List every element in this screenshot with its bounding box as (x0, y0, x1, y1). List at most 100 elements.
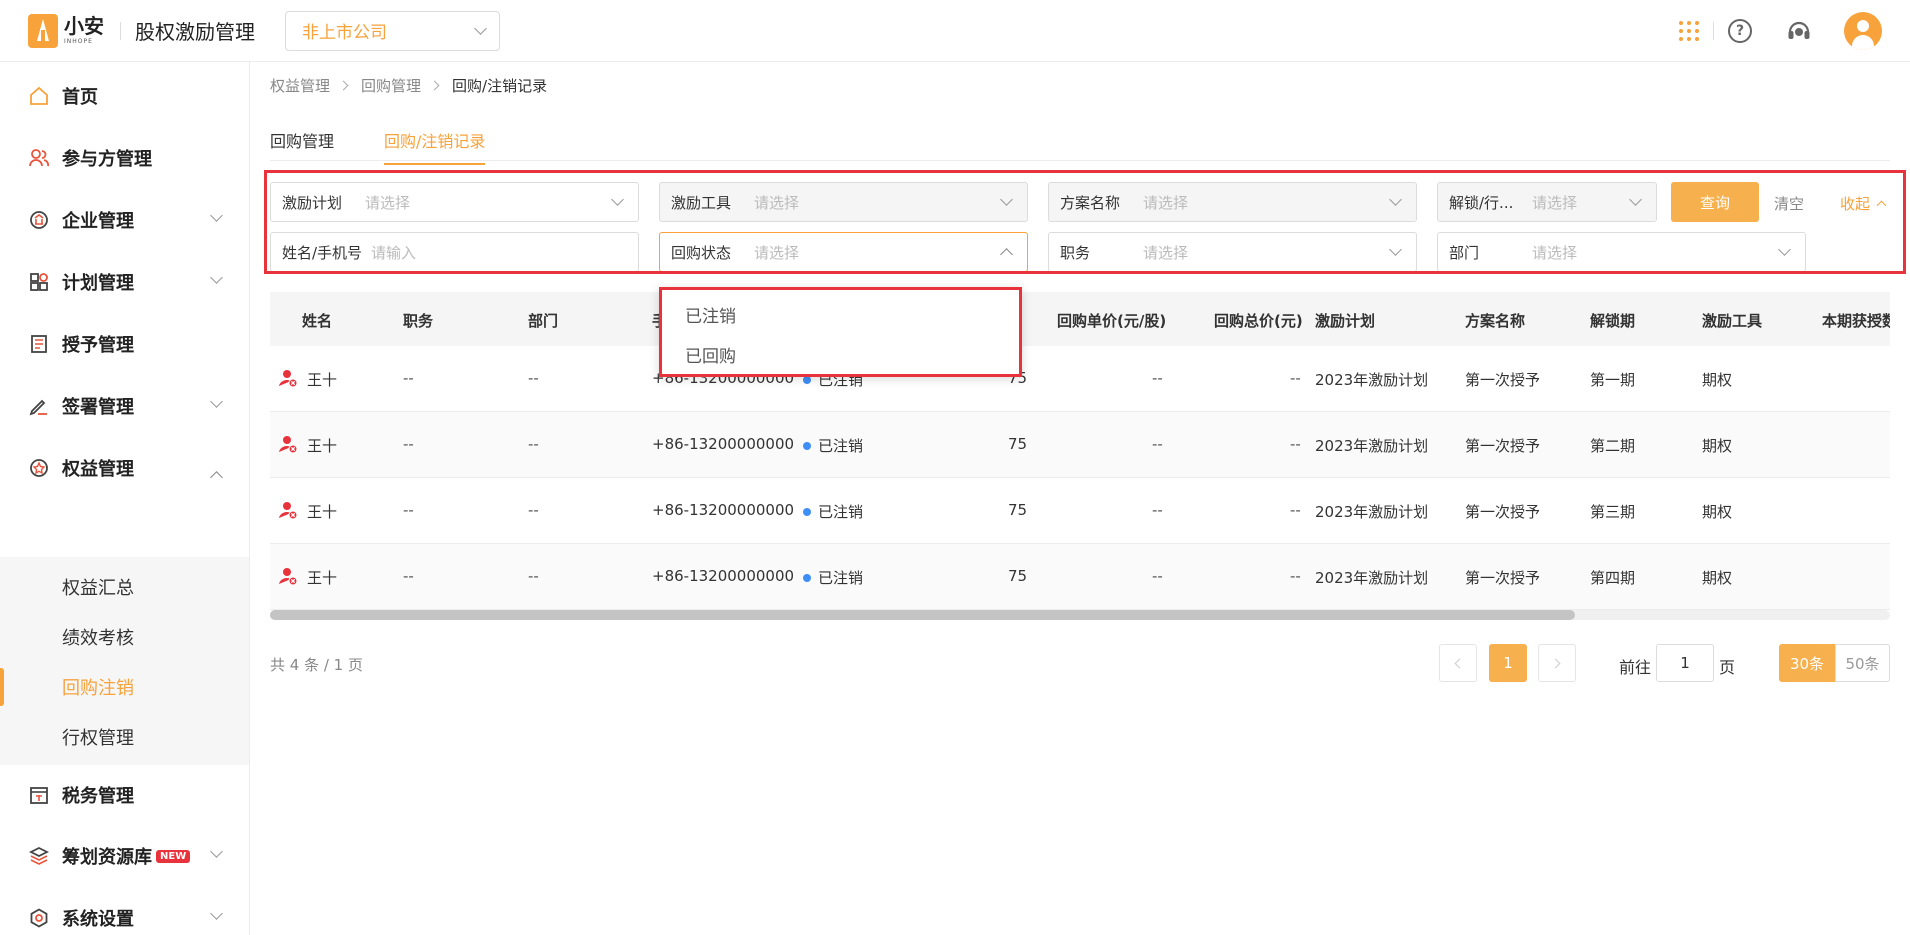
submenu-item-buyback-cancel[interactable]: 回购注销 (0, 662, 249, 712)
page-size-30[interactable]: 30条 (1779, 644, 1835, 682)
prev-page-button[interactable] (1439, 644, 1477, 682)
sidebar-item-label: 系统设置 (62, 909, 134, 930)
apps-grid-icon[interactable] (1679, 21, 1699, 41)
cell-name: 王十 (307, 371, 338, 389)
header-divider (120, 21, 121, 40)
cell-unit-price: -- (1152, 567, 1163, 585)
cell-plan: 2023年激励计划 (1315, 437, 1429, 455)
chevron-down-icon (210, 271, 223, 284)
cell-quantity: 75 (1008, 567, 1028, 585)
sidebar-item-plans[interactable]: 计划管理 (0, 253, 249, 311)
submenu-item-equity-summary[interactable]: 权益汇总 (0, 562, 249, 612)
goto-page-input[interactable]: 1 (1656, 644, 1714, 682)
submenu-item-label: 回购注销 (62, 678, 134, 699)
status-text: 已注销 (818, 569, 864, 587)
sidebar-item-home[interactable]: 首页 (0, 67, 249, 125)
submenu-item-exercise[interactable]: 行权管理 (0, 712, 249, 762)
chevron-up-icon (210, 471, 223, 484)
home-icon (28, 85, 50, 107)
cell-tool: 期权 (1702, 437, 1733, 455)
chevron-right-icon (1550, 658, 1561, 668)
cell-unit-price: -- (1152, 369, 1163, 387)
cell-name: 王十 (307, 569, 338, 587)
total-count: 共 4 条 / 1 页 (270, 656, 363, 674)
cell-unit-price: -- (1152, 435, 1163, 453)
chevron-down-icon (210, 395, 223, 408)
column-header: 本期获授数 (1822, 312, 1890, 330)
page-number-current[interactable]: 1 (1489, 644, 1527, 682)
breadcrumb: 权益管理 回购管理 回购/注销记录 (270, 75, 547, 96)
horizontal-scrollbar[interactable] (270, 610, 1890, 620)
chevron-right-icon (338, 80, 349, 91)
chevron-down-icon (210, 907, 223, 920)
people-icon (28, 147, 50, 169)
cell-quantity: 75 (1008, 435, 1028, 453)
equity-submenu: 权益汇总 绩效考核 回购注销 行权管理 (0, 557, 249, 765)
cell-period: 第二期 (1590, 437, 1636, 455)
cell-quantity: 75 (1008, 501, 1028, 519)
user-disabled-icon (279, 436, 298, 454)
status-text: 已注销 (818, 503, 864, 521)
logo-text: 小安 (64, 14, 104, 38)
table-row[interactable]: 王十 -- -- +86-13200000000 已注销 75 -- -- 20… (270, 544, 1890, 610)
breadcrumb-item[interactable]: 权益管理 (270, 75, 330, 96)
dropdown-highlight-box (659, 287, 1022, 377)
table-row[interactable]: 王十 -- -- +86-13200000000 已注销 75 -- -- 20… (270, 478, 1890, 544)
column-header: 解锁期 (1590, 312, 1636, 330)
status-text: 已注销 (818, 437, 864, 455)
cell-status: 已注销 (803, 501, 863, 522)
page-size-50[interactable]: 50条 (1835, 644, 1890, 682)
top-bar: 小安 INHOPE 股权激励管理 非上市公司 ? (0, 0, 1910, 62)
chevron-down-icon (210, 209, 223, 222)
records-table: 姓名 职务 部门 手 回购单价(元/股) 回购总价(元) 激励计划 方案名称 解… (270, 292, 1890, 612)
breadcrumb-current: 回购/注销记录 (452, 77, 548, 95)
sidebar-item-settings[interactable]: 系统设置 (0, 889, 249, 935)
cell-scheme: 第一次授予 (1465, 503, 1541, 521)
submenu-item-label: 权益汇总 (62, 578, 134, 599)
sidebar-item-label: 筹划资源库 (62, 847, 152, 868)
chevron-down-icon (474, 21, 487, 35)
sidebar-item-signing[interactable]: 签署管理 (0, 377, 249, 435)
company-type-value: 非上市公司 (302, 23, 387, 43)
next-page-button[interactable] (1538, 644, 1576, 682)
column-header: 回购单价(元/股) (1057, 312, 1167, 330)
cell-status: 已注销 (803, 435, 863, 456)
user-avatar[interactable] (1844, 12, 1882, 50)
company-type-select[interactable]: 非上市公司 (285, 10, 500, 51)
cell-plan: 2023年激励计划 (1315, 569, 1429, 587)
breadcrumb-item[interactable]: 回购管理 (361, 75, 421, 96)
user-disabled-icon (279, 568, 298, 586)
submenu-item-label: 行权管理 (62, 728, 134, 749)
user-disabled-icon (279, 370, 298, 388)
column-header: 部门 (528, 312, 559, 330)
status-dot (803, 508, 811, 516)
cell-department: -- (528, 567, 539, 585)
table-header: 姓名 职务 部门 手 回购单价(元/股) 回购总价(元) 激励计划 方案名称 解… (270, 292, 1890, 346)
sidebar-item-label: 首页 (62, 87, 98, 108)
cell-unit-price: -- (1152, 501, 1163, 519)
status-dot (803, 376, 811, 384)
column-header: 姓名 (302, 312, 333, 330)
sidebar-item-equity[interactable]: 权益管理 (0, 439, 249, 497)
column-header: 激励计划 (1315, 312, 1376, 330)
cell-total-price: -- (1290, 369, 1301, 387)
sidebar-item-participants[interactable]: 参与方管理 (0, 129, 249, 187)
cell-total-price: -- (1290, 567, 1301, 585)
sidebar-item-enterprise[interactable]: 企业管理 (0, 191, 249, 249)
logo-subtext: INHOPE (64, 38, 93, 45)
cell-tool: 期权 (1702, 503, 1733, 521)
cell-period: 第三期 (1590, 503, 1636, 521)
sidebar-item-tax[interactable]: 税务管理 (0, 766, 249, 824)
chevron-left-icon (1454, 658, 1465, 668)
logo[interactable]: 小安 INHOPE (28, 13, 104, 48)
table-row[interactable]: 王十 -- -- +86-13200000000 已注销 75 -- -- 20… (270, 412, 1890, 478)
submenu-item-performance[interactable]: 绩效考核 (0, 612, 249, 662)
status-dot (803, 574, 811, 582)
cell-phone: +86-13200000000 (652, 501, 795, 519)
scrollbar-thumb[interactable] (270, 610, 1575, 620)
sidebar-item-resources[interactable]: 筹划资源库 NEW (0, 827, 249, 885)
sidebar-item-grants[interactable]: 授予管理 (0, 315, 249, 373)
table-row[interactable]: 王十 -- -- +86-13200000000 已注销 75 -- -- 20… (270, 346, 1890, 412)
customer-service-icon[interactable] (1786, 18, 1812, 44)
help-icon[interactable]: ? (1728, 19, 1752, 43)
